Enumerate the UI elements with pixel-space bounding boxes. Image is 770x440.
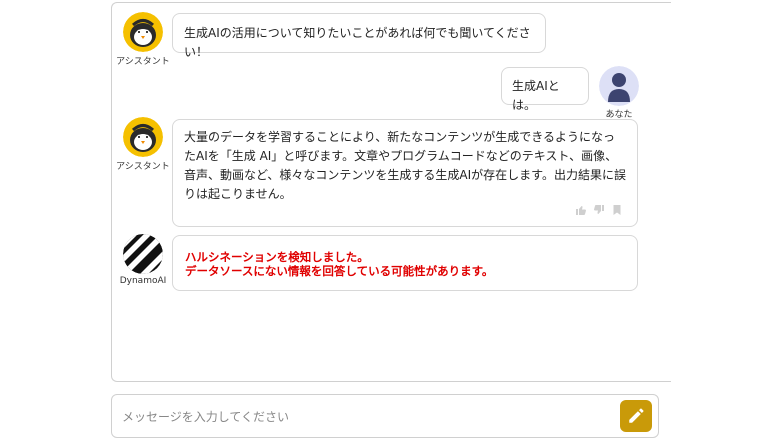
send-button[interactable] xyxy=(620,400,652,432)
feedback-actions xyxy=(575,204,623,216)
message-input-bar xyxy=(111,394,659,438)
warning-line: ハルシネーションを検知しました。 xyxy=(185,250,369,264)
user-message: 生成AIとは。 xyxy=(501,67,589,112)
assistant-avatar-icon xyxy=(123,117,163,157)
message-text: 生成AIとは。 xyxy=(512,79,560,112)
message-text: 大量のデータを学習することにより、新たなコンテンツが生成できるようになったAIを… xyxy=(184,130,626,201)
avatar-label: アシスタント xyxy=(116,162,170,172)
warning-line: データソースにない情報を回答している可能性があります。 xyxy=(185,264,494,278)
thumbs-up-icon[interactable] xyxy=(575,204,587,216)
avatar-label: DynamoAI xyxy=(119,276,167,286)
assistant-avatar-icon xyxy=(123,12,163,52)
assistant-message: 生成AIの活用について知りたいことがあれば何でも聞いてください！ xyxy=(172,13,546,59)
hallucination-warning: ハルシネーションを検知しました。 データソースにない情報を回答している可能性があ… xyxy=(172,235,638,291)
dynamoai-logo-icon xyxy=(123,234,163,274)
message-input[interactable] xyxy=(120,405,604,429)
user-avatar-icon xyxy=(599,66,639,106)
avatar-label: アシスタント xyxy=(116,57,170,67)
pencil-icon xyxy=(629,408,644,423)
chat-panel: アシスタント 生成AIの活用について知りたいことがあれば何でも聞いてください！ … xyxy=(111,2,671,382)
assistant-message: 大量のデータを学習することにより、新たなコンテンツが生成できるようになったAIを… xyxy=(172,119,638,227)
bookmark-icon[interactable] xyxy=(611,204,623,216)
message-text: 生成AIの活用について知りたいことがあれば何でも聞いてください！ xyxy=(184,26,531,59)
thumbs-down-icon[interactable] xyxy=(593,204,605,216)
